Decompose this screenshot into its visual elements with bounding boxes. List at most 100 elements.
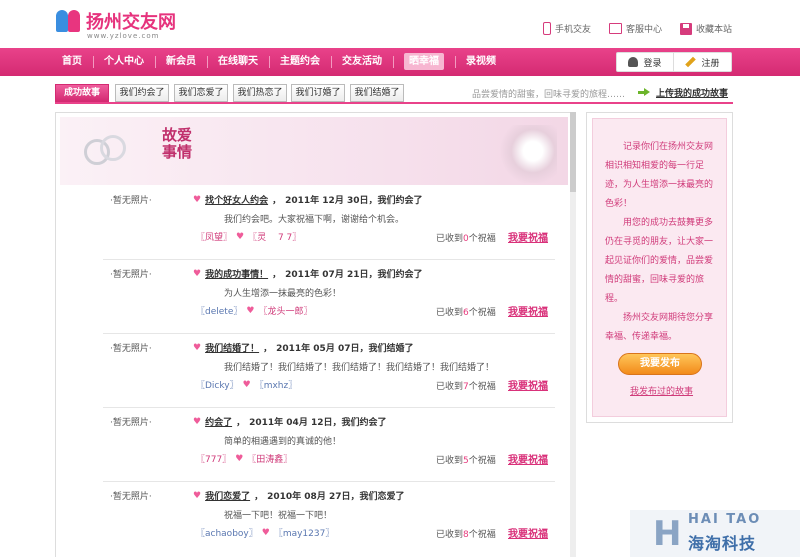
nav-item-video[interactable]: 录视频 <box>455 48 507 76</box>
mobile-link[interactable]: 手机交友 <box>542 22 591 35</box>
count-suffix: 个祝福 <box>468 530 496 540</box>
nav-item-happiness[interactable]: 晒幸福 <box>393 48 455 76</box>
heart-icon: ♥ <box>246 305 255 316</box>
nav-label: 晒幸福 <box>404 53 444 70</box>
story-title-link[interactable]: 找个好女人约会 <box>205 193 268 206</box>
nav-item-personal[interactable]: 个人中心 <box>93 48 155 76</box>
register-label: 注册 <box>701 58 720 69</box>
service-link-label: 客服中心 <box>625 25 662 35</box>
story-separator: ， <box>236 418 246 428</box>
story-item: ·暂无照片· ♥ 约会了 ， 2011年 04月 12日，我们约会了 简单的相遇… <box>56 407 571 481</box>
blessing-count: 已收到7个祝福 <box>436 379 496 392</box>
bookmark-link-label: 收藏本站 <box>695 25 732 35</box>
watermark: H HAI TAO 海淘科技 <box>630 510 800 557</box>
user-icon <box>628 57 639 67</box>
story-list-panel: 故爱事情 ·暂无照片· ♥ 找个好女人约会 ， 2011年 12月 30日，我们… <box>55 112 572 557</box>
tab-passionate[interactable]: 我们热恋了 <box>233 84 287 102</box>
my-stories-link[interactable]: 我发布过的故事 <box>630 384 693 397</box>
sidebar: 记录你们在扬州交友网相识相知相爱的每一行足迹，为人生增添一抹最亮的色彩！ 用您的… <box>586 112 733 423</box>
service-link[interactable]: 客服中心 <box>608 22 662 35</box>
scroll-thumb[interactable] <box>570 112 576 192</box>
sidebar-intro: 记录你们在扬州交友网相识相知相爱的每一行足迹，为人生增添一抹最亮的色彩！ 用您的… <box>605 138 717 347</box>
tab-dating[interactable]: 我们约会了 <box>115 84 169 102</box>
story-title-link[interactable]: 我们恋爱了 <box>205 489 250 502</box>
scrollbar[interactable] <box>570 112 576 557</box>
site-logo[interactable]: 扬州交友网 www.yzlove.com <box>56 8 176 40</box>
nav-label: 在线聊天 <box>218 56 258 67</box>
count-prefix: 已收到 <box>436 382 464 392</box>
nav-item-events[interactable]: 交友活动 <box>331 48 393 76</box>
count-prefix: 已收到 <box>436 456 464 466</box>
couple-image <box>497 125 557 183</box>
nav-item-new-members[interactable]: 新会员 <box>155 48 207 76</box>
story-separator: ， <box>272 270 282 280</box>
sidebar-paragraph: 用您的成功去鼓舞更多仍在寻觅的朋友，让大家一起见证你们的爱情，品尝爱情的甜蜜，回… <box>605 218 714 304</box>
main-nav: 首页 个人中心 新会员 在线聊天 主题约会 交友活动 晒幸福 录视频 登录 注册 <box>0 48 800 76</box>
member-link[interactable]: 〖delete〗 <box>196 304 242 317</box>
story-excerpt: 为人生增添一抹最亮的色彩！ <box>224 289 342 299</box>
nav-label: 主题约会 <box>280 56 320 67</box>
login-button[interactable]: 登录 <box>616 52 674 72</box>
watermark-en: HAI TAO <box>688 512 762 527</box>
story-couple: 〖Dicky〗 ♥ 〖mxhz〗 <box>196 378 298 392</box>
count-prefix: 已收到 <box>436 234 464 244</box>
member-link[interactable]: 〖mxhz〗 <box>255 378 298 391</box>
story-date: 2010年 08月 27日，我们恋爱了 <box>267 492 405 502</box>
tab-success-stories[interactable]: 成功故事 <box>55 84 109 102</box>
story-title-line: ♥ 我们结婚了！ ， 2011年 05月 07日，我们结婚了 <box>193 341 414 355</box>
bless-button[interactable]: 我要祝福 <box>508 229 548 244</box>
heart-icon: ♥ <box>193 490 202 501</box>
subbar-note: 品尝爱情的甜蜜，回味寻爱的旅程…… <box>472 90 626 100</box>
logo-couple-icon <box>56 8 82 34</box>
member-link[interactable]: 〖Dicky〗 <box>196 378 239 391</box>
story-list: ·暂无照片· ♥ 找个好女人约会 ， 2011年 12月 30日，我们约会了 我… <box>56 185 571 555</box>
bookmark-icon <box>679 22 692 35</box>
bookmark-link[interactable]: 收藏本站 <box>679 22 732 35</box>
story-item: ·暂无照片· ♥ 我们结婚了！ ， 2011年 05月 07日，我们结婚了 我们… <box>56 333 571 407</box>
sidebar-paragraph: 扬州交友网期待您分享幸福、传递幸福。 <box>605 313 714 342</box>
auth-buttons: 登录 注册 <box>616 52 732 72</box>
banner-title: 故爱事情 <box>161 126 192 161</box>
bless-button[interactable]: 我要祝福 <box>508 303 548 318</box>
nav-item-dating[interactable]: 主题约会 <box>269 48 331 76</box>
story-item: ·暂无照片· ♥ 找个好女人约会 ， 2011年 12月 30日，我们约会了 我… <box>56 185 571 259</box>
bless-button[interactable]: 我要祝福 <box>508 451 548 466</box>
story-title-link[interactable]: 约会了 <box>205 415 232 428</box>
tab-in-love[interactable]: 我们恋爱了 <box>174 84 228 102</box>
member-link[interactable]: 〖龙头一郎〗 <box>258 304 312 317</box>
no-photo-label: ·暂无照片· <box>110 344 152 354</box>
logo-url: www.yzlove.com <box>87 32 160 40</box>
pencil-icon <box>685 56 697 68</box>
upload-story-label: 上传我的成功故事 <box>656 89 729 99</box>
register-button[interactable]: 注册 <box>674 52 732 72</box>
count-prefix: 已收到 <box>436 308 464 318</box>
nav-label: 个人中心 <box>104 56 144 67</box>
story-excerpt: 祝福一下吧！祝福一下吧！ <box>224 511 333 521</box>
bless-button[interactable]: 我要祝福 <box>508 377 548 392</box>
tab-married[interactable]: 我们结婚了 <box>350 84 404 102</box>
member-link[interactable]: 〖777〗 <box>196 452 231 465</box>
nav-label: 录视频 <box>466 56 496 67</box>
member-link[interactable]: 〖achaoboy〗 <box>196 526 258 539</box>
story-separator: ， <box>263 344 273 354</box>
story-title-link[interactable]: 我们结婚了！ <box>205 341 259 354</box>
story-separator: ， <box>272 196 282 206</box>
nav-item-chat[interactable]: 在线聊天 <box>207 48 269 76</box>
nav-label: 新会员 <box>166 56 196 67</box>
member-link[interactable]: 〖田涛鑫〗 <box>247 452 292 465</box>
story-title-line: ♥ 找个好女人约会 ， 2011年 12月 30日，我们约会了 <box>193 193 422 207</box>
member-link[interactable]: 〖凤望〗 <box>196 230 232 243</box>
member-link[interactable]: 〖may1237〗 <box>274 526 335 539</box>
nav-item-home[interactable]: 首页 <box>51 48 93 76</box>
story-title-line: ♥ 我们恋爱了 ， 2010年 08月 27日，我们恋爱了 <box>193 489 405 503</box>
story-title-line: ♥ 我的成功事情！ ， 2011年 07月 21日，我们约会了 <box>193 267 422 281</box>
upload-story-link[interactable]: 上传我的成功故事 <box>638 86 728 99</box>
story-date: 2011年 05月 07日，我们结婚了 <box>276 344 414 354</box>
blessing-count: 已收到6个祝福 <box>436 305 496 318</box>
publish-story-button[interactable]: 我要发布 <box>618 353 702 375</box>
story-title-link[interactable]: 我的成功事情！ <box>205 267 268 280</box>
bless-button[interactable]: 我要祝福 <box>508 525 548 540</box>
member-link[interactable]: 〖灵 7 7〗 <box>248 230 301 243</box>
story-item: ·暂无照片· ♥ 我的成功事情！ ， 2011年 07月 21日，我们约会了 为… <box>56 259 571 333</box>
tab-engaged[interactable]: 我们订婚了 <box>291 84 345 102</box>
